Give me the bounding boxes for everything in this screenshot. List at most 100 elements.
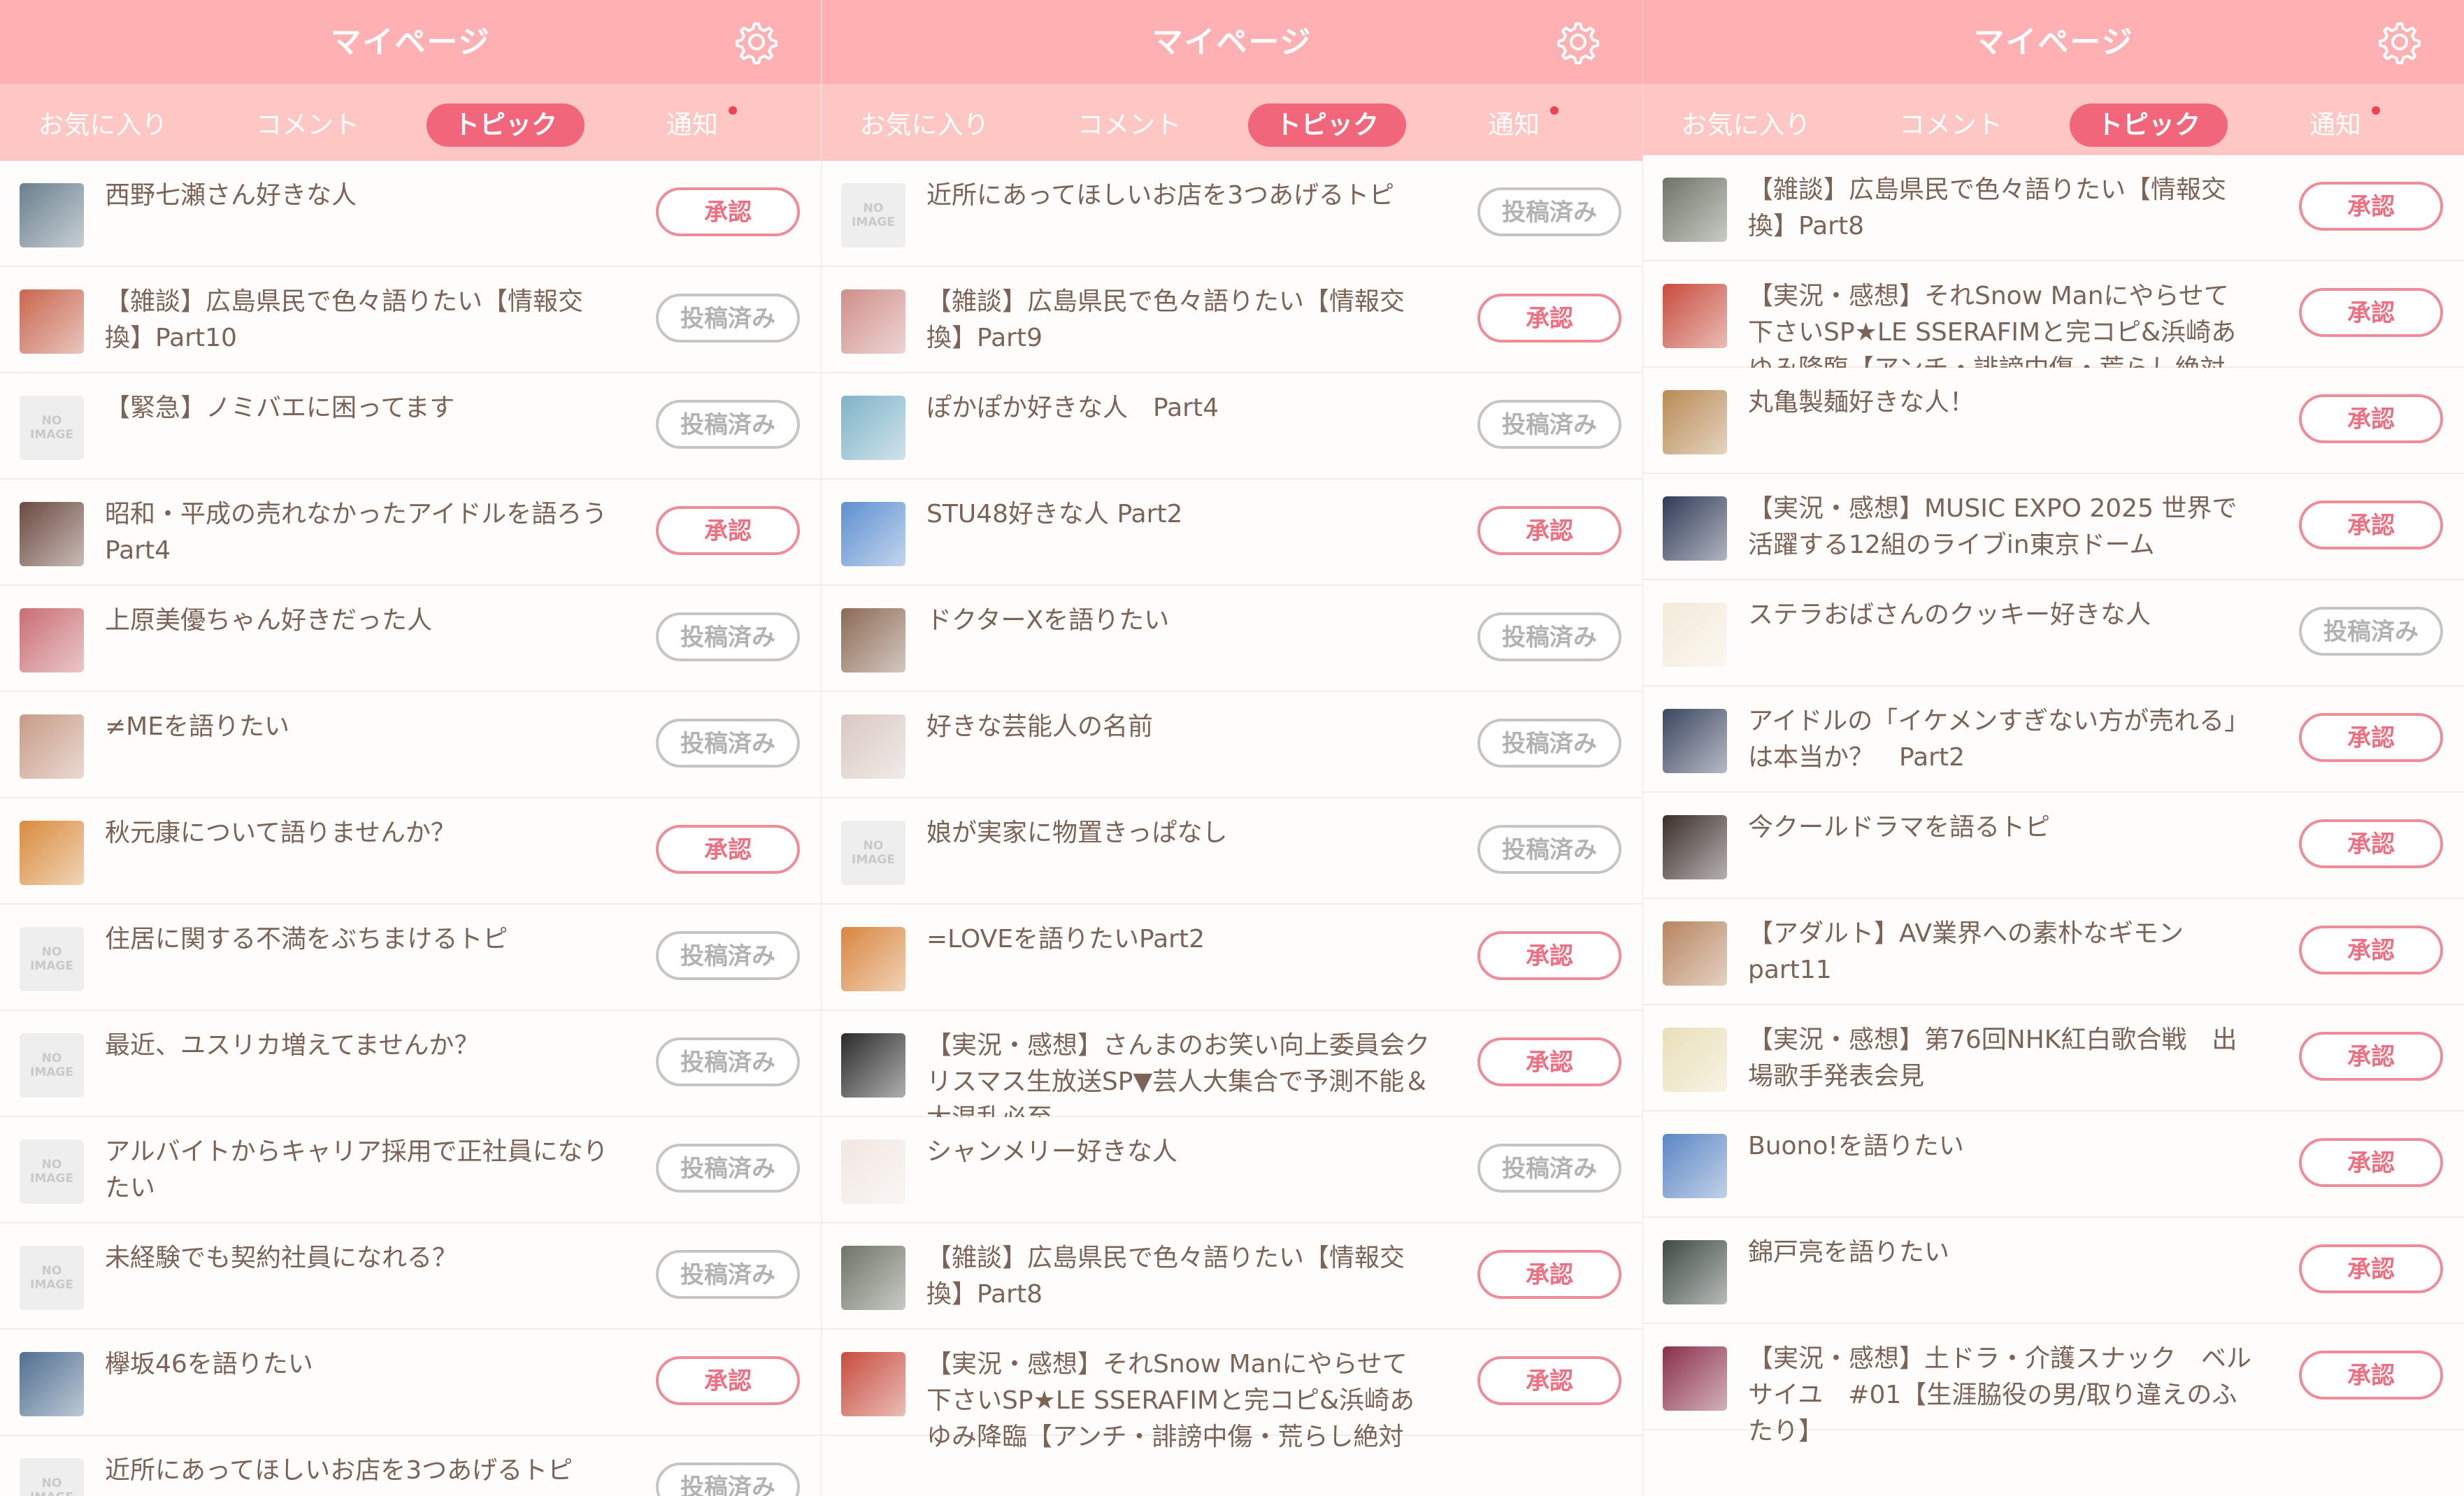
topic-list-item[interactable]: 【実況・感想】土ドラ・介護スナック ベルサイユ #01【生涯脇役の男/取り違えの… bbox=[1643, 1324, 2464, 1446]
approve-button[interactable]: 承認 bbox=[656, 825, 800, 874]
approve-button[interactable]: 承認 bbox=[2299, 394, 2443, 443]
tab-comments[interactable]: コメント bbox=[231, 103, 385, 147]
topic-list-item[interactable]: 今クールドラマを語るトピ 承認 bbox=[1643, 793, 2464, 899]
topic-list-item[interactable]: ステラおばさんのクッキー好きな人 投稿済み bbox=[1643, 580, 2464, 686]
topic-thumbnail bbox=[841, 714, 905, 779]
tab-notifications[interactable]: 通知 bbox=[1472, 103, 1559, 147]
gear-icon[interactable] bbox=[1556, 20, 1600, 64]
topic-list-item[interactable]: 欅坂46を語りたい 承認 bbox=[0, 1330, 821, 1436]
topic-list-item[interactable]: NO IMAGE アルバイトからキャリア採用で正社員になりたい 投稿済み bbox=[0, 1117, 821, 1223]
topic-list-item[interactable]: ぽかぽか好きな人 Part4 投稿済み bbox=[822, 373, 1642, 480]
screens-container: マイページ お気に入り コメント トピック 通知 西野七瀬さん好きな人 承認 【雑談… bbox=[0, 0, 2464, 1496]
approve-button[interactable]: 承認 bbox=[2299, 182, 2443, 231]
topic-list-item[interactable]: 上原美優ちゃん好きだった人 投稿済み bbox=[0, 586, 821, 692]
topic-list-item[interactable]: NO IMAGE 娘が実家に物置きっぱなし 投稿済み bbox=[822, 798, 1642, 905]
no-image-label: NO bbox=[41, 1476, 62, 1490]
topic-list-item[interactable]: =LOVEを語りたいPart2 承認 bbox=[822, 905, 1642, 1011]
approve-button[interactable]: 承認 bbox=[1477, 931, 1621, 980]
topic-list-item[interactable]: 【実況・感想】さんまのお笑い向上委員会クリスマス生放送SP▼芸人大集合で予測不能… bbox=[822, 1011, 1642, 1132]
approve-button[interactable]: 承認 bbox=[656, 1356, 800, 1405]
topic-title: 住居に関する不満をぶちまけるトピ bbox=[105, 925, 508, 954]
approve-button[interactable]: 承認 bbox=[2299, 1244, 2443, 1293]
topic-list-item[interactable]: 【実況・感想】MUSIC EXPO 2025 世界で活躍する12組のライブin東… bbox=[1643, 474, 2464, 580]
topic-title: 欅坂46を語りたい bbox=[105, 1350, 313, 1379]
approve-button[interactable]: 承認 bbox=[656, 506, 800, 555]
topic-list-item[interactable]: 【実況・感想】それSnow Manにやらせて下さいSP★LE SSERAFIMと… bbox=[1643, 261, 2464, 383]
approve-button[interactable]: 承認 bbox=[1477, 1037, 1621, 1086]
topic-title: ドクターXを語りたい bbox=[926, 606, 1170, 635]
no-image-label: NO bbox=[41, 414, 62, 428]
tab-favorites[interactable]: お気に入り bbox=[851, 103, 998, 147]
topic-title: 秋元康について語りませんか？ bbox=[105, 819, 456, 847]
tab-topics[interactable]: トピック bbox=[427, 103, 585, 147]
topic-list-item[interactable]: NO IMAGE 最近、ユスリカ増えてませんか？ 投稿済み bbox=[0, 1011, 821, 1117]
topic-list-item[interactable]: ドクターXを語りたい 投稿済み bbox=[822, 586, 1642, 692]
topic-list-item[interactable]: 【実況・感想】第76回NHK紅白歌合戦 出場歌手発表会見 承認 bbox=[1643, 1005, 2464, 1112]
topic-list-item[interactable]: アイドルの「イケメンすぎない方が売れる」は本当か？ Part2 承認 bbox=[1643, 686, 2464, 793]
approve-button[interactable]: 承認 bbox=[2299, 713, 2443, 762]
topic-thumbnail bbox=[1663, 815, 1727, 879]
topic-list-item[interactable]: NO IMAGE 住居に関する不満をぶちまけるトピ 投稿済み bbox=[0, 905, 821, 1011]
topic-list-item[interactable]: ≠MEを語りたい 投稿済み bbox=[0, 692, 821, 798]
topic-list-item[interactable]: NOIMAGE 近所にあってほしいお店を3つあげるトピ 投稿済み bbox=[822, 161, 1642, 267]
approve-button[interactable]: 承認 bbox=[2299, 926, 2443, 974]
tab-favorites[interactable]: お気に入り bbox=[1672, 103, 1819, 147]
topic-thumbnail bbox=[1663, 1346, 1727, 1411]
approve-button[interactable]: 承認 bbox=[2299, 1351, 2443, 1400]
approve-button[interactable]: 承認 bbox=[2299, 501, 2443, 549]
gear-icon[interactable] bbox=[2377, 20, 2422, 64]
page-title: マイページ bbox=[1973, 24, 2134, 60]
topic-list-item[interactable]: シャンメリー好きな人 投稿済み bbox=[822, 1117, 1642, 1223]
topic-list-item[interactable]: NOIMAGE 近所にあってほしいお店を3つあげるトピ 投稿済み bbox=[0, 1436, 821, 1496]
approve-button[interactable]: 承認 bbox=[2299, 1138, 2443, 1187]
topic-title: 【実況・感想】第76回NHK紅白歌合戦 出場歌手発表会見 bbox=[1748, 1026, 2237, 1091]
topic-list-item[interactable]: Buono!を語りたい 承認 bbox=[1643, 1112, 2464, 1218]
topic-title: 【実況・感想】MUSIC EXPO 2025 世界で活躍する12組のライブin東… bbox=[1748, 494, 2237, 559]
approve-button[interactable]: 承認 bbox=[2299, 819, 2443, 868]
topic-title: =LOVEを語りたいPart2 bbox=[926, 925, 1205, 954]
approve-button[interactable]: 承認 bbox=[1477, 294, 1621, 343]
topic-list-item[interactable]: 【雑談】広島県民で色々語りたい【情報交換】Part8 承認 bbox=[1643, 155, 2464, 261]
approve-button[interactable]: 承認 bbox=[1477, 1356, 1621, 1405]
topic-list-item[interactable]: 【アダルト】AV業界への素朴なギモン part11 承認 bbox=[1643, 899, 2464, 1005]
topic-list-item[interactable]: NO IMAGE 【緊急】ノミバエに困ってます 投稿済み bbox=[0, 373, 821, 480]
approve-button[interactable]: 承認 bbox=[1477, 506, 1621, 555]
approve-button[interactable]: 承認 bbox=[1477, 1250, 1621, 1299]
gear-icon[interactable] bbox=[734, 20, 779, 64]
no-image-placeholder: NOIMAGE bbox=[20, 1033, 84, 1098]
topic-thumbnail bbox=[841, 608, 905, 673]
notification-dot bbox=[1550, 106, 1559, 115]
topic-title: 【雑談】広島県民で色々語りたい【情報交換】Part10 bbox=[105, 287, 584, 352]
topic-list-item[interactable]: 錦戸亮を語りたい 承認 bbox=[1643, 1218, 2464, 1324]
topic-list-item[interactable]: 西野七瀬さん好きな人 承認 bbox=[0, 161, 821, 267]
tab-comments[interactable]: コメント bbox=[1874, 103, 2028, 147]
posted-status-badge: 投稿済み bbox=[656, 294, 800, 343]
topic-title: アルバイトからキャリア採用で正社員になりたい bbox=[105, 1137, 608, 1202]
approve-button[interactable]: 承認 bbox=[2299, 1032, 2443, 1081]
tab-notifications[interactable]: 通知 bbox=[650, 103, 737, 147]
topic-list-item[interactable]: 【雑談】広島県民で色々語りたい【情報交換】Part9 承認 bbox=[822, 267, 1642, 373]
topic-list-item[interactable]: 好きな芸能人の名前 投稿済み bbox=[822, 692, 1642, 798]
approve-button[interactable]: 承認 bbox=[2299, 288, 2443, 337]
notification-dot bbox=[729, 106, 737, 115]
topic-title: STU48好きな人 Part2 bbox=[926, 500, 1183, 528]
topic-list-item[interactable]: 【雑談】広島県民で色々語りたい【情報交換】Part8 承認 bbox=[822, 1223, 1642, 1330]
topic-list-item[interactable]: 丸亀製麺好きな人！ 承認 bbox=[1643, 368, 2464, 474]
topic-list-item[interactable]: 秋元康について語りませんか？ 承認 bbox=[0, 798, 821, 905]
topic-list-item[interactable]: 【雑談】広島県民で色々語りたい【情報交換】Part10 投稿済み bbox=[0, 267, 821, 373]
tab-topics[interactable]: トピック bbox=[2070, 103, 2228, 147]
approve-button[interactable]: 承認 bbox=[656, 187, 800, 236]
no-image-placeholder: NOIMAGE bbox=[20, 1458, 84, 1496]
tab-topics[interactable]: トピック bbox=[1248, 103, 1406, 147]
tab-favorites[interactable]: お気に入り bbox=[29, 103, 176, 147]
tab-notifications[interactable]: 通知 bbox=[2293, 103, 2380, 147]
no-image-label: NO bbox=[41, 1264, 62, 1278]
topic-thumbnail bbox=[1663, 1028, 1727, 1092]
topic-list-item[interactable]: 昭和・平成の売れなかったアイドルを語ろう Part4 承認 bbox=[0, 480, 821, 586]
tab-comments[interactable]: コメント bbox=[1052, 103, 1206, 147]
topic-list-item[interactable]: STU48好きな人 Part2 承認 bbox=[822, 480, 1642, 586]
topic-list-item[interactable]: NO IMAGE 未経験でも契約社員になれる？ 投稿済み bbox=[0, 1223, 821, 1330]
topic-list-item[interactable]: 【実況・感想】それSnow Manにやらせて下さいSP★LE SSERAFIMと… bbox=[822, 1330, 1642, 1451]
topic-title: 今クールドラマを語るトピ bbox=[1748, 813, 2051, 842]
topic-title: 【緊急】ノミバエに困ってます bbox=[105, 394, 455, 422]
